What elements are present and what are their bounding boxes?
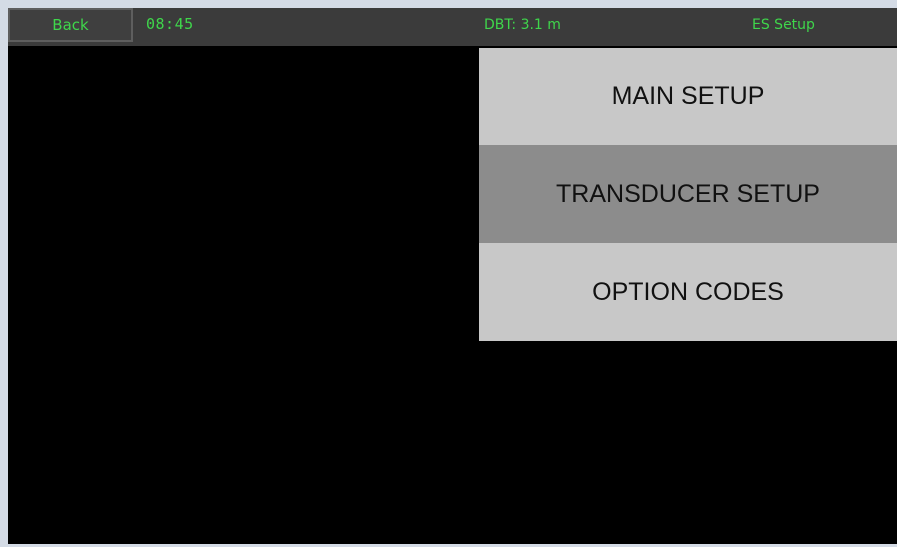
top-status-bar: Back 08:45 DBT: 3.1 m ES Setup — [8, 8, 897, 46]
menu-item-main-setup[interactable]: MAIN SETUP — [479, 48, 897, 145]
menu-item-transducer-setup[interactable]: TRANSDUCER SETUP — [479, 145, 897, 243]
menu-item-option-codes[interactable]: OPTION CODES — [479, 243, 897, 341]
back-button[interactable]: Back — [8, 8, 133, 42]
app-window: Back 08:45 DBT: 3.1 m ES Setup MAIN SETU… — [8, 8, 897, 544]
setup-menu: MAIN SETUP TRANSDUCER SETUP OPTION CODES — [479, 48, 897, 341]
depth-readout: DBT: 3.1 m — [484, 17, 561, 33]
screen-title: ES Setup — [752, 17, 815, 33]
clock-time: 08:45 — [146, 15, 194, 33]
